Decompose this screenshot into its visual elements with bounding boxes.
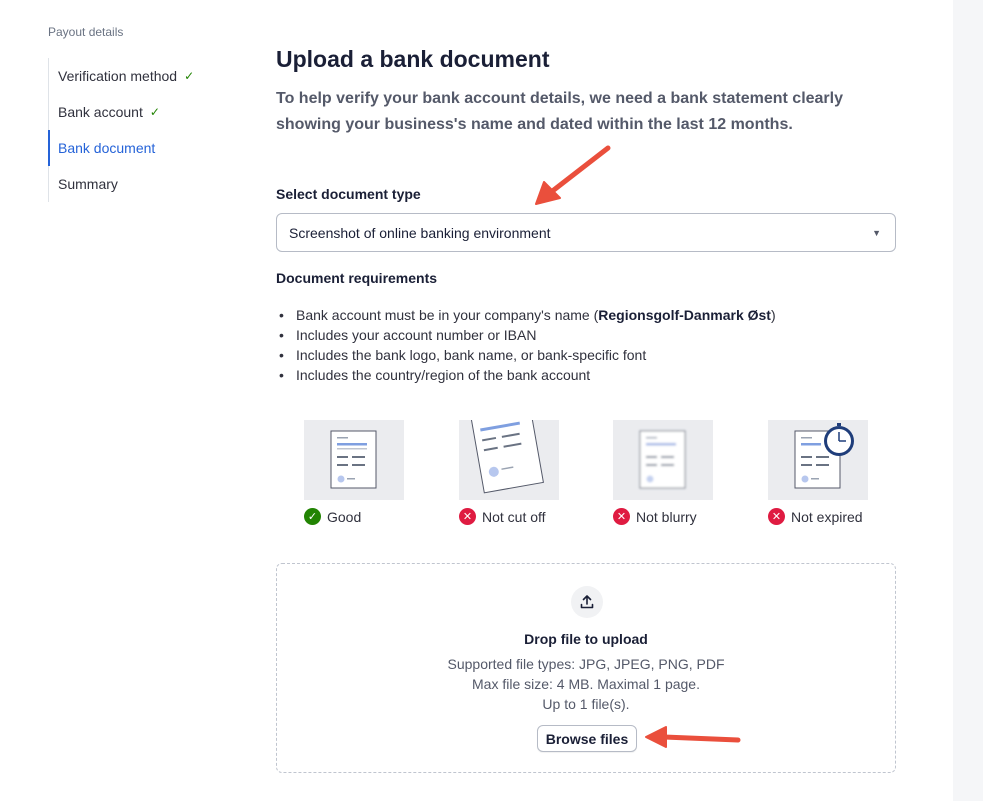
example-label: Not cut off [482,508,546,525]
sidebar-item-label: Bank document [58,140,156,156]
document-type-select[interactable]: Screenshot of online banking environment… [276,213,896,252]
example-blurry: ✕ Not blurry [613,420,743,525]
page-subtitle: To help verify your bank account details… [276,90,843,133]
sidebar-item-bank-document[interactable]: Bank document [48,130,248,166]
example-caption: ✕ Not cut off [459,508,589,525]
sidebar-nav: Verification method ✓ Bank account ✓ Ban… [48,58,248,202]
example-expired: ✕ Not expired [768,420,898,525]
example-cut-off: ✕ Not cut off [459,420,589,525]
sidebar-item-verification-method[interactable]: Verification method ✓ [49,58,248,94]
file-dropzone[interactable]: Drop file to upload Supported file types… [276,563,896,773]
sidebar-item-label: Verification method [58,68,178,84]
example-caption: ✓ Good [304,508,434,525]
sidebar-item-label: Summary [58,176,118,192]
caret-down-icon: ▼ [872,227,881,238]
check-icon: ✓ [184,69,195,83]
example-good: ✓ Good [304,420,434,525]
document-blurry-image [613,420,713,500]
dropzone-title: Drop file to upload [524,631,648,647]
requirements-list: Bank account must be in your company's n… [276,305,776,385]
right-panel [953,0,983,801]
annotation-arrow-select [535,145,611,205]
max-file-size: Max file size: 4 MB. Maximal 1 page. [472,676,700,692]
requirements-heading: Document requirements [276,270,438,286]
sidebar-item-summary[interactable]: Summary [49,166,248,202]
requirement-text: Bank account must be in your company's n… [296,307,599,323]
example-label: Good [327,508,362,525]
browse-files-button[interactable]: Browse files [537,725,637,752]
supported-types: Supported file types: JPG, JPEG, PNG, PD… [447,656,725,672]
dropzone-info: Supported file types: JPG, JPEG, PNG, PD… [277,654,895,714]
example-caption: ✕ Not expired [768,508,898,525]
document-expired-image [768,420,868,500]
list-item: Includes the country/region of the bank … [276,365,776,385]
list-item: Includes your account number or IBAN [276,325,776,345]
file-count-limit: Up to 1 file(s). [542,696,630,712]
success-icon: ✓ [304,508,321,525]
sidebar-heading: Payout details [48,25,124,39]
page-title: Upload a bank document [276,46,550,72]
sidebar-item-bank-account[interactable]: Bank account ✓ [49,94,248,130]
document-type-label: Select document type [276,186,421,202]
clock-icon [824,423,854,456]
list-item: Bank account must be in your company's n… [276,305,776,325]
example-label: Not expired [791,508,863,525]
example-label: Not blurry [636,508,697,525]
document-examples: ✓ Good ✕ Not cut off ✕ Not blurry ✕ Not … [304,420,904,530]
error-icon: ✕ [768,508,785,525]
upload-icon [571,586,603,618]
error-icon: ✕ [459,508,476,525]
document-good-image [304,420,404,500]
document-type-value: Screenshot of online banking environment [289,224,551,241]
sidebar-item-label: Bank account [58,104,143,120]
document-cut-off-image [459,420,559,500]
requirement-text: ) [770,307,776,323]
error-icon: ✕ [613,508,630,525]
company-name: Regionsgolf-Danmark Øst [598,307,771,323]
example-caption: ✕ Not blurry [613,508,743,525]
list-item: Includes the bank logo, bank name, or ba… [276,345,776,365]
check-icon: ✓ [149,105,160,119]
